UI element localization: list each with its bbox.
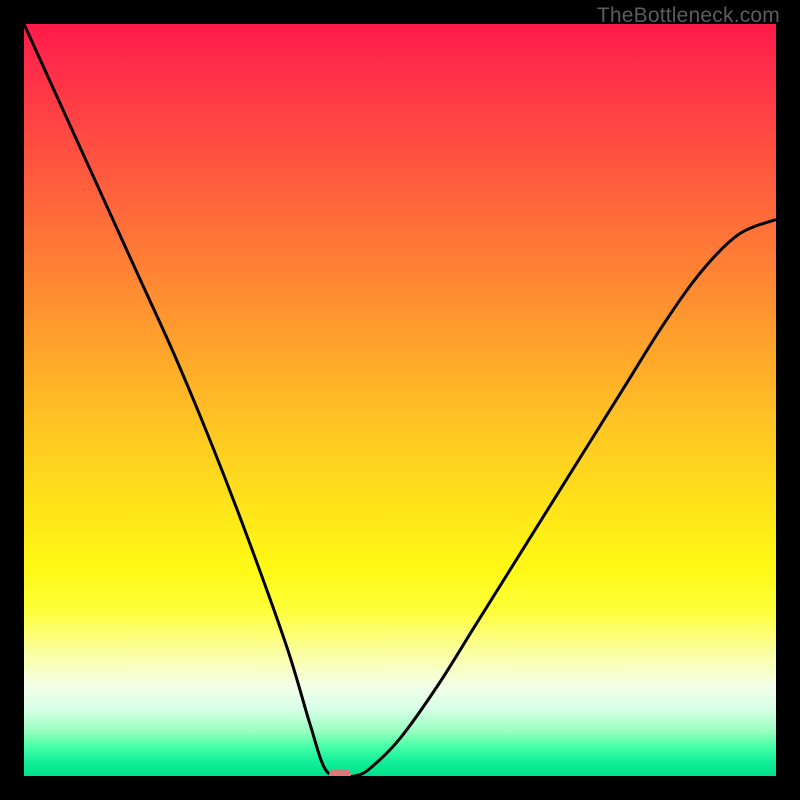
chart-container: TheBottleneck.com xyxy=(0,0,800,800)
optimal-point-marker xyxy=(329,769,351,776)
curve-svg xyxy=(24,24,776,776)
plot-area xyxy=(24,24,776,776)
bottleneck-curve xyxy=(24,24,776,776)
